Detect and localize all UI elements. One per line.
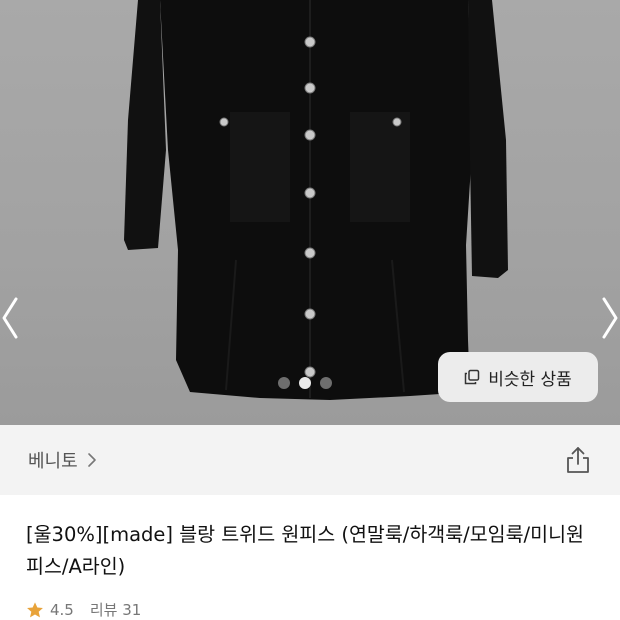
brand-name: 베니토 <box>28 451 78 472</box>
review-count[interactable]: 리뷰 31 <box>90 599 141 620</box>
similar-products-label: 비슷한 상품 <box>488 369 572 390</box>
pagination-dot[interactable] <box>320 377 332 389</box>
product-image-gallery[interactable]: 비슷한 상품 <box>0 0 620 425</box>
chevron-left-icon <box>2 297 18 339</box>
chevron-right-icon <box>87 453 96 467</box>
chevron-right-icon <box>602 297 618 339</box>
brand-row: 베니토 <box>0 425 620 495</box>
rating-row[interactable]: 4.5 리뷰 31 <box>26 599 141 620</box>
pagination-dot[interactable] <box>278 377 290 389</box>
prev-image-button[interactable] <box>0 295 20 341</box>
product-info: [울30%][made] 블랑 트위드 원피스 (연말룩/하객룩/모임룩/미니원… <box>0 495 620 620</box>
next-image-button[interactable] <box>600 295 620 341</box>
rating-value: 4.5 <box>50 600 74 619</box>
image-pagination-dots <box>278 376 332 390</box>
pagination-dot-active[interactable] <box>299 377 311 389</box>
star-icon <box>27 601 43 617</box>
share-icon <box>567 447 589 473</box>
share-button[interactable] <box>564 445 592 475</box>
copy-stack-icon <box>464 369 480 385</box>
brand-link[interactable]: 베니토 <box>28 447 98 473</box>
similar-products-button[interactable]: 비슷한 상품 <box>438 352 598 402</box>
product-title: [울30%][made] 블랑 트위드 원피스 (연말룩/하객룩/모임룩/미니원… <box>26 523 584 578</box>
